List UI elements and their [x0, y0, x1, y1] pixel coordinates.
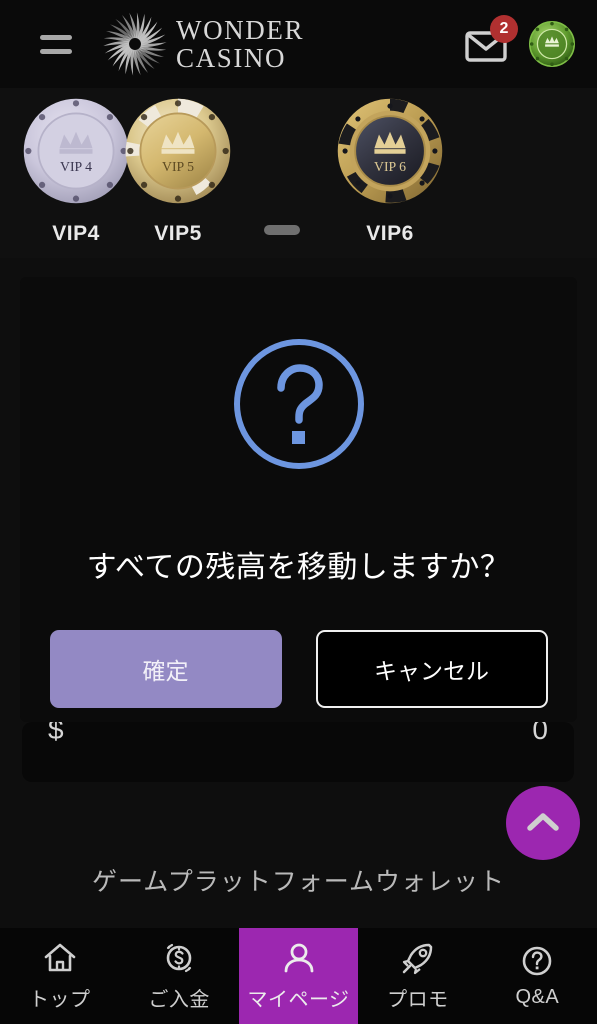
cancel-button[interactable]: キャンセル	[315, 630, 548, 708]
avatar[interactable]	[529, 21, 575, 67]
mail-button[interactable]: 2	[463, 15, 518, 64]
modal-message: すべての残高を移動しますか？	[86, 551, 511, 584]
nav-item-deposit[interactable]: ご入金	[119, 928, 238, 1024]
svg-text:VIP 5: VIP 5	[162, 159, 194, 174]
wallet-balance-row[interactable]: $ 0	[22, 722, 574, 782]
brand-wordmark: WONDER CASINO	[176, 16, 304, 72]
wonder-swirl-icon	[103, 12, 167, 76]
wallet-caption: ゲームプラットフォームウォレット	[91, 868, 505, 896]
question-circle-icon	[523, 946, 552, 976]
app-root: WONDER CASINO 2 VIP 4 VIP4 VIP 5 VIP5 VI…	[0, 0, 597, 1024]
nav-item-mypage[interactable]: マイページ	[238, 928, 359, 1024]
vip-chip-icon-2: VIP 6	[337, 98, 443, 204]
question-circle-icon	[233, 339, 364, 469]
wallet-amount-value: 0	[532, 722, 548, 745]
chevron-up-icon	[527, 813, 559, 831]
modal-actions: 確定 キャンセル	[49, 630, 548, 708]
confirm-button[interactable]: 確定	[49, 630, 282, 708]
nav-item-top[interactable]: トップ	[0, 928, 119, 1024]
vip-label-0: VIP4	[52, 222, 100, 245]
rocket-icon	[402, 943, 433, 975]
brand-line-1: WONDER	[176, 14, 305, 45]
brand-logo[interactable]: WONDER CASINO	[102, 11, 304, 77]
vip-label-2: VIP6	[366, 222, 414, 245]
wallet-currency-symbol: $	[48, 722, 64, 745]
app-header: WONDER CASINO 2	[0, 0, 597, 88]
nav-label-deposit: ご入金	[148, 989, 210, 1011]
brand-line-2: CASINO	[176, 43, 287, 73]
vip-label-1: VIP5	[154, 222, 202, 245]
header-actions: 2	[463, 15, 575, 67]
confirm-transfer-modal: すべての残高を移動しますか？ 確定 キャンセル	[20, 277, 577, 722]
bottom-navigation: トップ ご入金 マイページ プロモ Q&A	[0, 928, 597, 1024]
nav-label-qa: Q&A	[515, 986, 560, 1008]
vip-item-1[interactable]: VIP 5 VIP5	[110, 96, 246, 246]
vip-item-2[interactable]: VIP 6 VIP6	[322, 96, 458, 246]
nav-item-promo[interactable]: プロモ	[358, 928, 477, 1024]
hamburger-icon[interactable]	[34, 27, 78, 61]
nav-label-promo: プロモ	[387, 989, 449, 1011]
scroll-to-top-button[interactable]	[506, 786, 580, 860]
nav-label-mypage: マイページ	[247, 989, 350, 1011]
mail-badge-count: 2	[490, 15, 518, 43]
vip-level-row: VIP 4 VIP4 VIP 5 VIP5 VIP 6 VIP6	[0, 88, 597, 258]
nav-item-qa[interactable]: Q&A	[478, 928, 597, 1024]
svg-text:VIP 6: VIP 6	[374, 159, 406, 174]
nav-label-top: トップ	[28, 989, 91, 1011]
coin-dollar-icon	[166, 943, 192, 973]
vip-chip-icon-1: VIP 5	[125, 98, 231, 204]
vip-separator-dash	[264, 225, 300, 235]
svg-text:VIP 4: VIP 4	[60, 159, 92, 174]
person-icon	[284, 943, 313, 973]
home-icon	[44, 943, 76, 972]
